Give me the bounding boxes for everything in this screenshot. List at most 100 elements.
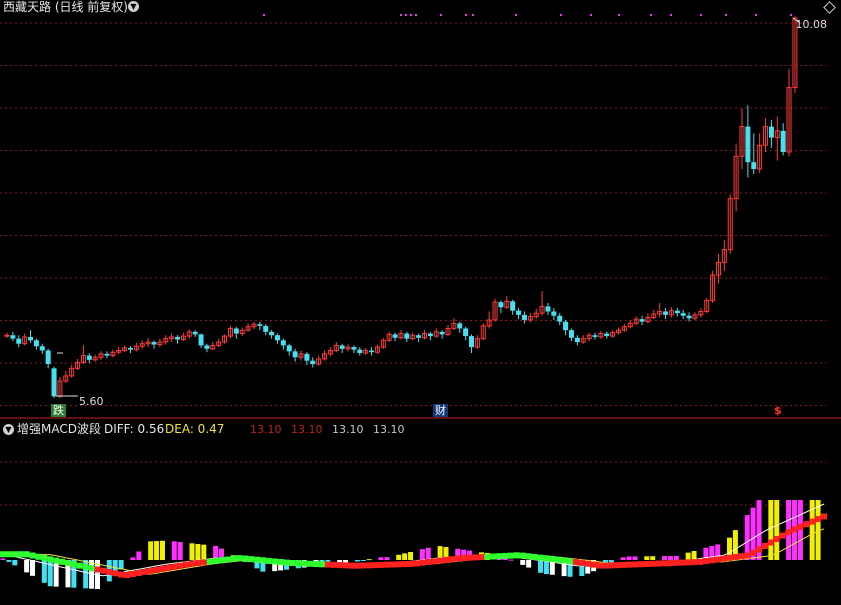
candle	[739, 108, 745, 169]
band-square	[301, 560, 308, 567]
candle-body	[233, 328, 239, 334]
cai-marker[interactable]: 财	[433, 404, 448, 417]
diff-value: DIFF: 0.56	[104, 422, 165, 436]
macd-level: 13.10	[373, 423, 405, 436]
band-square	[342, 562, 349, 569]
band-square	[183, 561, 190, 568]
band-square	[738, 553, 745, 560]
candle	[104, 351, 110, 359]
macd-bar	[366, 559, 372, 561]
band-square	[230, 555, 237, 562]
candle-body	[439, 331, 445, 335]
band-square	[454, 555, 461, 562]
signal-dot	[472, 14, 474, 16]
band-square	[318, 561, 325, 568]
candle-body	[392, 334, 398, 338]
candle-body	[310, 360, 316, 365]
candle	[145, 337, 151, 348]
dollar-marker[interactable]: $	[772, 404, 784, 417]
band-square	[643, 560, 650, 567]
band-square	[791, 526, 798, 533]
candle	[33, 338, 39, 350]
band-square	[248, 556, 255, 563]
candle	[598, 330, 604, 339]
band-square	[295, 560, 302, 567]
macd-bar	[24, 560, 30, 573]
candle	[433, 328, 439, 338]
candle-body	[39, 346, 45, 351]
band-square	[289, 560, 296, 567]
band-square	[525, 553, 532, 560]
band-square	[218, 557, 225, 564]
die-marker[interactable]: 跌	[51, 404, 66, 417]
candle-body	[574, 337, 580, 343]
band-square	[242, 555, 249, 562]
chevron-down-icon[interactable]: ▼	[128, 1, 139, 12]
candle	[463, 326, 469, 341]
candle	[192, 330, 198, 337]
macd-bar	[6, 560, 12, 562]
candle	[374, 344, 380, 354]
band-square	[773, 536, 780, 543]
candle-body	[592, 335, 598, 337]
band-square	[584, 560, 591, 567]
band-square	[313, 561, 320, 568]
price-chart[interactable]	[0, 0, 841, 605]
candle	[410, 332, 416, 341]
candle-body	[498, 302, 504, 308]
macd-bar	[378, 557, 384, 560]
band-square	[378, 561, 385, 568]
candle	[592, 332, 598, 340]
macd-bar	[520, 560, 526, 565]
band-square	[147, 567, 154, 574]
candle	[333, 342, 339, 353]
low-price-label: 5.60	[79, 395, 104, 408]
band-square	[35, 553, 42, 560]
band-square	[348, 562, 355, 569]
stock-title: 西藏天路 (日线 前复权)	[3, 0, 128, 14]
candle-body	[768, 126, 774, 138]
candle	[498, 300, 504, 314]
macd-bar	[154, 541, 160, 560]
candle	[186, 329, 192, 339]
candle	[715, 253, 721, 284]
candle	[263, 324, 269, 336]
macd-bar	[53, 560, 59, 587]
candle-body	[151, 342, 157, 345]
candle-body	[286, 345, 292, 352]
macd-bar	[626, 556, 632, 560]
candle	[227, 325, 233, 339]
candle	[710, 270, 716, 303]
candle-body	[663, 311, 669, 315]
candle-body	[339, 345, 345, 349]
candle	[510, 299, 516, 315]
candle	[239, 327, 245, 337]
band-square	[129, 570, 136, 577]
candle	[127, 346, 133, 354]
macd-bar	[797, 500, 803, 560]
band-square	[194, 560, 201, 567]
candle	[457, 321, 463, 333]
band-square	[614, 562, 621, 569]
candle	[280, 338, 286, 350]
candle-body	[545, 306, 551, 312]
candle-body	[204, 345, 210, 349]
signal-dot	[415, 14, 417, 16]
chevron-down-icon[interactable]: ▼	[3, 424, 14, 435]
candle	[610, 330, 616, 338]
candle	[645, 313, 651, 324]
band-square	[177, 562, 184, 569]
candle	[216, 338, 222, 348]
candle	[657, 303, 663, 318]
candle-body	[563, 321, 569, 331]
candle-body	[568, 330, 574, 338]
candle	[310, 357, 316, 368]
candle	[316, 355, 322, 366]
candle	[404, 331, 410, 343]
macd-bar	[0, 558, 6, 560]
band-square	[206, 558, 213, 565]
candle	[745, 105, 751, 178]
candle	[504, 296, 510, 309]
candle	[122, 345, 128, 353]
band-square	[708, 557, 715, 564]
